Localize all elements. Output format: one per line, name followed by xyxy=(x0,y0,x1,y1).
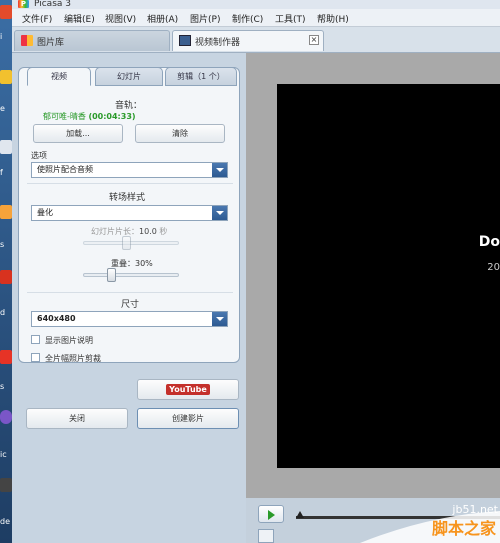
picasa-logo-icon: P xyxy=(18,0,29,8)
desktop-app-icon[interactable] xyxy=(0,350,12,364)
desktop-app-icon[interactable] xyxy=(0,410,12,424)
preview-subtitle-text: 20 xyxy=(487,262,500,273)
divider xyxy=(27,292,233,293)
menu-tools[interactable]: 工具(T) xyxy=(275,12,306,25)
slide-length-text: 幻灯片片长： xyxy=(91,227,139,236)
desktop-label: i xyxy=(0,32,3,41)
overlap-label: 重叠：30% xyxy=(111,258,153,269)
audio-track-heading: 音轨： xyxy=(115,101,143,111)
movie-settings-panel: 视频 幻灯片 剪辑（1 个） 音轨： 郁可唯-晴香 (00:04:33) 加载.… xyxy=(18,67,240,363)
preview-area: Do 20 xyxy=(246,53,500,543)
desktop-label: d xyxy=(0,308,6,317)
show-caption-label: 显示图片说明 xyxy=(45,336,93,345)
library-icon xyxy=(21,35,33,46)
full-frame-crop-label: 全片幅照片剪裁 xyxy=(45,354,101,363)
desktop-app-icon[interactable] xyxy=(0,205,12,219)
tab-library[interactable]: 图片库 xyxy=(14,30,170,51)
menu-picture[interactable]: 图片(P) xyxy=(190,12,220,25)
options-label: 选项 xyxy=(31,151,47,160)
slide-length-value: 10.0 xyxy=(139,227,157,236)
film-icon xyxy=(179,35,191,46)
desktop-label: s xyxy=(0,240,5,249)
close-button[interactable]: 关闭 xyxy=(26,408,128,429)
overlap-slider[interactable] xyxy=(107,268,116,282)
tab-video[interactable]: 视频 xyxy=(27,67,91,86)
slide-length-slider[interactable] xyxy=(122,236,131,250)
full-frame-crop-checkbox[interactable] xyxy=(31,353,40,362)
desktop-app-icon[interactable] xyxy=(0,270,12,284)
audio-track-duration: (00:04:33) xyxy=(88,112,136,121)
overlap-track xyxy=(83,273,179,277)
transition-select-value: 叠化 xyxy=(37,208,53,217)
video-preview[interactable]: Do 20 xyxy=(277,84,500,468)
clear-audio-button[interactable]: 清除 xyxy=(135,124,225,143)
chevron-down-icon xyxy=(212,206,227,220)
desktop-strip: i e f s d s ic de xyxy=(0,0,12,543)
menu-view[interactable]: 视图(V) xyxy=(105,12,136,25)
desktop-app-icon[interactable] xyxy=(0,70,12,84)
desktop-label: s xyxy=(0,382,5,391)
menu-album[interactable]: 相册(A) xyxy=(147,12,178,25)
desktop-label: f xyxy=(0,168,3,177)
tab-clips[interactable]: 剪辑（1 个） xyxy=(165,67,237,86)
desktop-app-icon[interactable] xyxy=(0,478,12,492)
clip-icon[interactable] xyxy=(258,529,274,543)
desktop-label: ic xyxy=(0,450,7,459)
youtube-logo-icon: YouTube xyxy=(166,384,210,395)
tab-label: 视频制作器 xyxy=(195,38,241,48)
title-bar: P Picasa 3 xyxy=(12,0,500,9)
desktop-label: e xyxy=(0,104,5,113)
menu-bar: 文件(F) 编辑(E) 视图(V) 相册(A) 图片(P) 制作(C) 工具(T… xyxy=(12,9,500,27)
tab-slideshow[interactable]: 幻灯片 xyxy=(95,67,163,86)
slide-length-unit: 秒 xyxy=(159,227,168,236)
overlap-text: 重叠： xyxy=(111,259,135,268)
settings-pane: 视频 幻灯片 剪辑（1 个） 音轨： 郁可唯-晴香 (00:04:33) 加载.… xyxy=(12,53,246,543)
options-select-value: 使照片配合音频 xyxy=(37,165,93,174)
menu-edit[interactable]: 编辑(E) xyxy=(64,12,95,25)
transition-select[interactable]: 叠化 xyxy=(31,205,228,221)
menu-file[interactable]: 文件(F) xyxy=(22,12,52,25)
tab-movie-maker[interactable]: 视频制作器 × xyxy=(172,30,324,51)
audio-track-name: 郁可唯-晴香 xyxy=(43,112,86,121)
load-audio-button[interactable]: 加载... xyxy=(33,124,123,143)
preview-title-text: Do xyxy=(478,234,500,250)
chevron-down-icon xyxy=(212,312,227,326)
tab-label: 图片库 xyxy=(37,38,65,48)
menu-create[interactable]: 制作(C) xyxy=(232,12,263,25)
menu-help[interactable]: 帮助(H) xyxy=(317,12,349,25)
timeline-marker-icon[interactable] xyxy=(296,511,304,518)
create-movie-button[interactable]: 创建影片 xyxy=(137,408,239,429)
transition-heading: 转场样式 xyxy=(109,193,146,203)
watermark: jb51.net 脚本之家 xyxy=(360,503,500,543)
options-select[interactable]: 使照片配合音频 xyxy=(31,162,228,178)
slide-length-track xyxy=(83,241,179,245)
size-select[interactable]: 640x480 xyxy=(31,311,228,327)
window-title: Picasa 3 xyxy=(34,0,71,9)
overlap-value: 30% xyxy=(135,259,153,268)
close-icon[interactable]: × xyxy=(309,35,319,45)
desktop-app-icon[interactable] xyxy=(0,140,12,154)
watermark-text: 脚本之家 xyxy=(431,519,496,538)
desktop-app-icon[interactable] xyxy=(0,5,12,19)
chevron-down-icon xyxy=(212,163,227,177)
desktop-label: de xyxy=(0,517,10,526)
size-select-value: 640x480 xyxy=(37,314,76,323)
size-heading: 尺寸 xyxy=(121,300,140,310)
audio-track-info: 郁可唯-晴香 (00:04:33) xyxy=(43,111,136,122)
tab-strip: 图片库 视频制作器 × xyxy=(12,27,500,53)
play-icon[interactable] xyxy=(258,505,284,523)
youtube-upload-button[interactable]: YouTube xyxy=(137,379,239,400)
show-caption-checkbox[interactable] xyxy=(31,335,40,344)
divider xyxy=(27,183,233,184)
